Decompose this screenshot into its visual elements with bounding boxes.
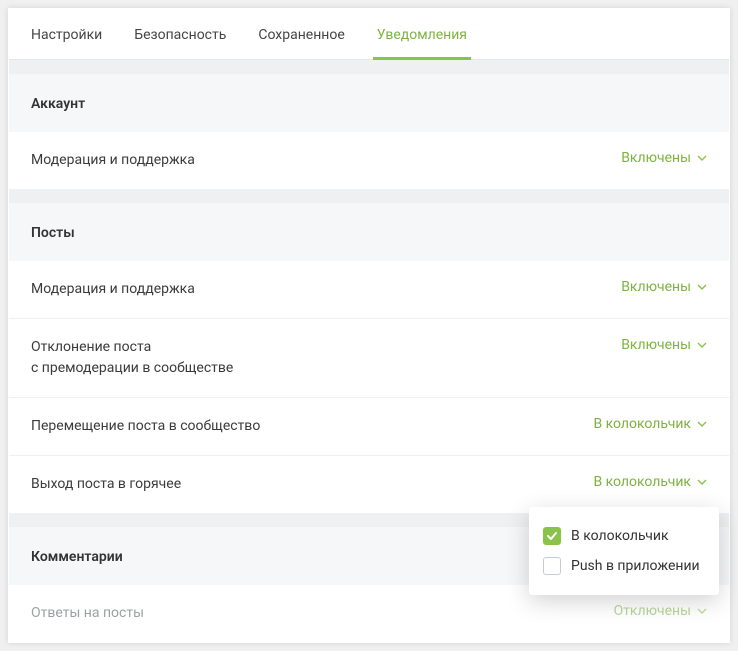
row-label: Перемещение поста в сообщество (31, 416, 260, 437)
row-label: Ответы на посты (31, 603, 144, 624)
row-value-text: Отключены (614, 603, 691, 619)
row-value-toggle[interactable]: Включены (621, 150, 707, 166)
row-posts-rejection: Отклонение поста с премодерации в сообще… (9, 318, 729, 397)
checkbox-unchecked-icon (543, 557, 561, 575)
tabs-bar: Настройки Безопасность Сохраненное Уведо… (9, 9, 729, 60)
section-posts-title: Посты (9, 203, 729, 261)
row-label: Модерация и поддержка (31, 150, 195, 171)
checkbox-checked-icon (543, 527, 561, 545)
option-label: В колокольчик (571, 528, 669, 544)
tab-saved[interactable]: Сохраненное (242, 9, 360, 59)
row-value-toggle[interactable]: В колокольчик (593, 416, 707, 432)
row-label: Модерация и поддержка (31, 279, 195, 300)
row-value-text: Включены (621, 279, 691, 295)
row-value-text: Включены (621, 337, 691, 353)
row-value-toggle[interactable]: В колокольчик (593, 474, 707, 490)
row-value-text: В колокольчик (593, 416, 691, 432)
chevron-down-icon (697, 606, 707, 616)
chevron-down-icon (697, 419, 707, 429)
tab-security[interactable]: Безопасность (118, 9, 242, 59)
row-label: Отклонение поста с премодерации в сообще… (31, 337, 233, 379)
chevron-down-icon (697, 153, 707, 163)
section-account-rows: Модерация и поддержка Включены (9, 132, 729, 189)
section-account-title: Аккаунт (9, 74, 729, 132)
row-value-text: Включены (621, 150, 691, 166)
section-posts-rows: Модерация и поддержка Включены Отклонени… (9, 261, 729, 513)
row-value-toggle[interactable]: Включены (621, 279, 707, 295)
settings-panel: Настройки Безопасность Сохраненное Уведо… (8, 8, 730, 643)
row-posts-move: Перемещение поста в сообщество В колокол… (9, 397, 729, 455)
chevron-down-icon (697, 477, 707, 487)
row-posts-moderation: Модерация и поддержка Включены (9, 261, 729, 318)
row-account-moderation: Модерация и поддержка Включены (9, 132, 729, 189)
tab-notifications[interactable]: Уведомления (361, 9, 483, 59)
tab-settings[interactable]: Настройки (9, 9, 118, 59)
row-value-toggle[interactable]: Включены (621, 337, 707, 353)
notification-options-dropdown: В колокольчик Push в приложении (529, 507, 719, 595)
option-bell[interactable]: В колокольчик (543, 521, 705, 551)
row-value-toggle[interactable]: Отключены (614, 603, 707, 619)
chevron-down-icon (697, 340, 707, 350)
row-posts-hot: Выход поста в горячее В колокольчик (9, 455, 729, 513)
option-label: Push в приложении (571, 558, 700, 574)
option-push[interactable]: Push в приложении (543, 551, 705, 581)
chevron-down-icon (697, 282, 707, 292)
row-label: Выход поста в горячее (31, 474, 181, 495)
row-value-text: В колокольчик (593, 474, 691, 490)
